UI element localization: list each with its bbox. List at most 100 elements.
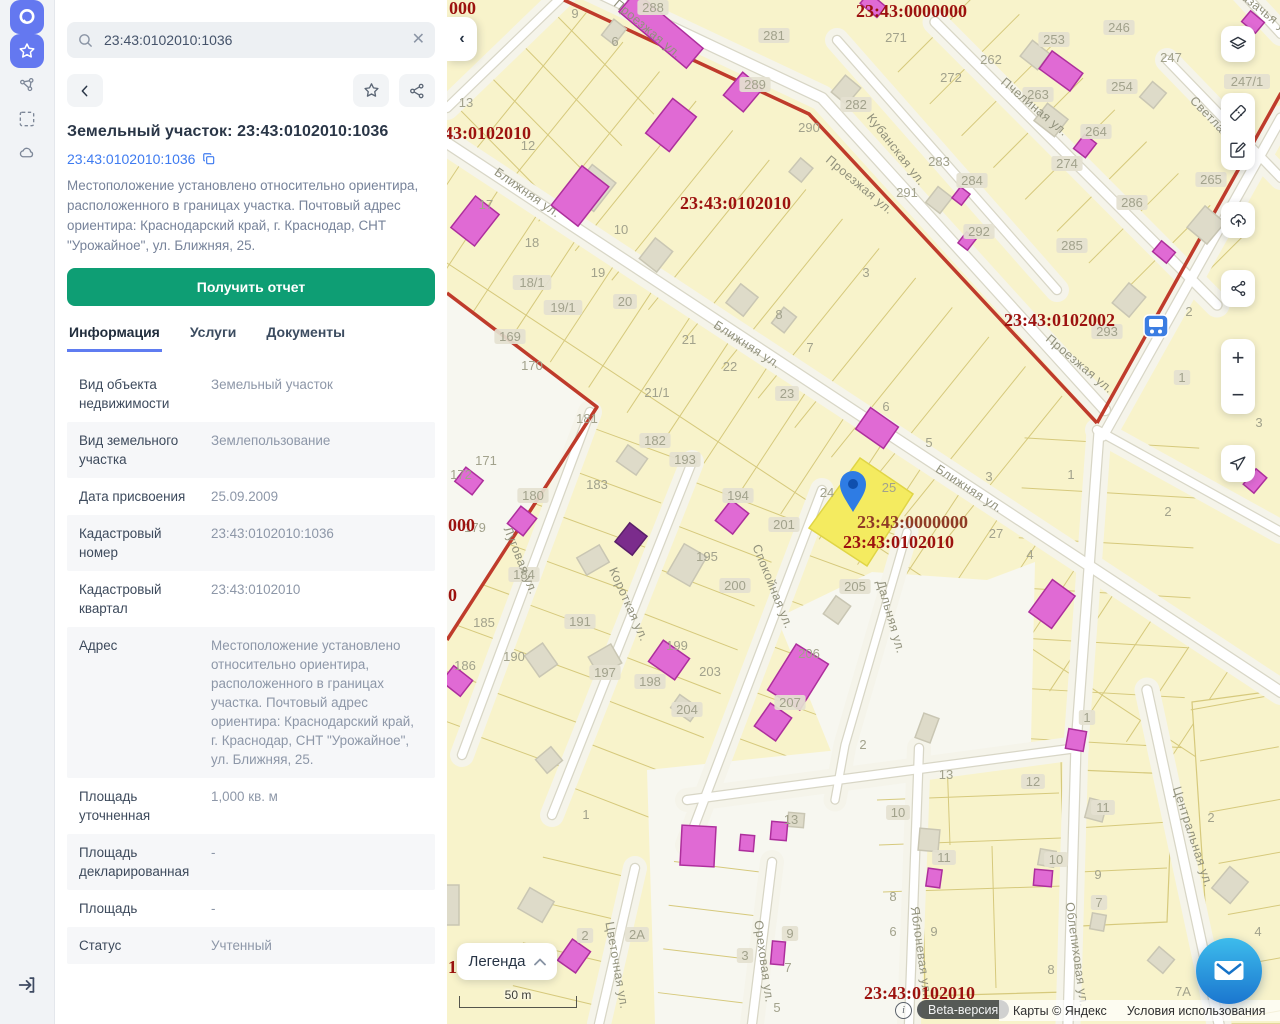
parcel-label: 181 xyxy=(576,411,598,426)
parcel-label: 180 xyxy=(522,488,544,503)
parcel-label: 13 xyxy=(459,95,473,110)
envelope-icon xyxy=(1213,959,1245,983)
cloud-icon xyxy=(16,143,38,163)
chevron-left-icon xyxy=(77,83,93,99)
parcel-label: 25 xyxy=(882,480,896,495)
parcel-label: 284 xyxy=(961,173,983,188)
locate-button[interactable] xyxy=(1221,445,1255,482)
info-icon[interactable]: i xyxy=(895,1002,912,1019)
sidebar-item-c loud[interactable] xyxy=(10,136,44,170)
row-label: Статус xyxy=(79,936,211,955)
zoom-in-button[interactable]: + xyxy=(1221,340,1255,377)
parcel-label: 289 xyxy=(744,77,766,92)
row-value: Учтенный xyxy=(211,936,423,955)
row-label: Адрес xyxy=(79,636,211,769)
parcel-label: 186 xyxy=(454,658,476,673)
table-row: Дата присвоения25.09.2009 xyxy=(67,478,435,515)
parcel-label: 185 xyxy=(473,615,495,630)
sidebar-item-shapes[interactable] xyxy=(10,68,44,102)
share-nodes-icon xyxy=(408,82,426,100)
parcel-label: 193 xyxy=(674,452,696,467)
row-label: Дата присвоения xyxy=(79,487,211,506)
parcel-label: 247 xyxy=(1160,50,1182,65)
terms-link[interactable]: Условия использования xyxy=(1127,1004,1266,1018)
quarter-label: 23:43:0102010 xyxy=(447,123,531,143)
parcel-label: 206 xyxy=(798,646,820,661)
parcel-label: 201 xyxy=(773,517,795,532)
cadastral-number-link[interactable]: 23:43:0102010:1036 xyxy=(67,151,195,167)
search-icon xyxy=(77,32,94,49)
parcel-label: 5 xyxy=(773,1000,780,1015)
parcel-label: 8 xyxy=(889,889,896,904)
chat-button[interactable] xyxy=(1196,938,1262,1004)
parcel-label: 195 xyxy=(696,549,718,564)
tab-1[interactable]: Услуги xyxy=(188,318,239,352)
parcel-label: 8 xyxy=(775,307,782,322)
map-share-button[interactable] xyxy=(1221,270,1255,307)
parcel-label: 7A xyxy=(1175,984,1191,999)
app-logo[interactable] xyxy=(10,0,44,34)
share-button[interactable] xyxy=(399,74,435,107)
ruler-icon xyxy=(1228,103,1248,123)
parcel-label: 2 xyxy=(1164,504,1171,519)
row-value: Местоположение установлено относительно … xyxy=(211,636,423,769)
parcel-label: 271 xyxy=(885,30,907,45)
parcel-label: 286 xyxy=(1121,195,1143,210)
copyright-text: Карты © Яндекс xyxy=(1013,1004,1107,1018)
parcel-label: 21 xyxy=(682,332,696,347)
parcel-label: 1 xyxy=(1067,467,1074,482)
parcel-label: 274 xyxy=(1056,156,1078,171)
draw-button[interactable] xyxy=(1221,132,1255,169)
map-canvas[interactable]: 2889628127125324624726227228228928326325… xyxy=(447,0,1280,1024)
parcel-label: 7 xyxy=(1095,895,1102,910)
get-report-button[interactable]: Получить отчет xyxy=(67,268,435,306)
ruler-button[interactable] xyxy=(1221,95,1255,132)
parcel-label: 288 xyxy=(642,0,664,15)
parcel-label: 198 xyxy=(639,674,661,689)
quarter-label: 23:43:0000000 xyxy=(856,1,967,21)
parcel-label: 2A xyxy=(629,927,645,942)
parcel-label: 272 xyxy=(940,70,962,85)
parcel-label: 11 xyxy=(1096,800,1110,815)
parcel-label: 281 xyxy=(763,28,785,43)
parcel-label: 285 xyxy=(1061,238,1083,253)
collapse-panel-button[interactable]: ‹ xyxy=(447,17,477,61)
app-logo-icon xyxy=(16,6,38,28)
legend-button[interactable]: Легенда xyxy=(457,943,557,980)
quarter-label: 000 xyxy=(448,515,475,535)
polygon-nodes-icon xyxy=(17,75,37,95)
row-value: 1,000 кв. м xyxy=(211,787,423,825)
parcel-label: 19 xyxy=(591,265,605,280)
layers-button[interactable] xyxy=(1221,26,1255,62)
sidebar-item-select-area[interactable] xyxy=(10,102,44,136)
parcel-label: 13 xyxy=(784,812,798,827)
quarter-label: 1 xyxy=(448,957,457,977)
table-row: Площадь уточненная1,000 кв. м xyxy=(67,778,435,834)
parcel-label: 11 xyxy=(937,850,951,865)
object-description: Местоположение установлено относительно … xyxy=(67,176,435,256)
back-button[interactable] xyxy=(67,74,103,107)
parcel-label: 194 xyxy=(727,488,749,503)
parcel-label: 4 xyxy=(1254,924,1261,939)
parcel-label: 7 xyxy=(784,960,791,975)
upload-button[interactable] xyxy=(1221,202,1255,238)
row-value: - xyxy=(211,899,423,918)
parcel-label: 191 xyxy=(569,614,591,629)
navigation-arrow-icon xyxy=(1229,454,1248,473)
search-input[interactable] xyxy=(102,31,404,49)
clear-search-icon[interactable]: ✕ xyxy=(412,32,425,48)
tab-2[interactable]: Документы xyxy=(264,318,347,352)
tabs: Информация Услуги Документы xyxy=(67,318,435,352)
parcel-label: 3 xyxy=(985,469,992,484)
copy-icon[interactable] xyxy=(202,152,216,166)
tab-0[interactable]: Информация xyxy=(67,318,162,352)
exit-button[interactable] xyxy=(10,968,44,1002)
page-title: Земельный участок: 23:43:0102010:1036 xyxy=(67,123,435,141)
sidebar-item-favorites[interactable] xyxy=(10,34,44,68)
zoom-out-button[interactable]: − xyxy=(1221,377,1255,414)
favorite-button[interactable] xyxy=(353,74,389,107)
legend-label: Легенда xyxy=(468,953,525,970)
parcel-label: 253 xyxy=(1043,32,1065,47)
quarter-label: 23:43:0102002 xyxy=(1004,310,1115,330)
parcel-label: 23 xyxy=(780,386,794,401)
